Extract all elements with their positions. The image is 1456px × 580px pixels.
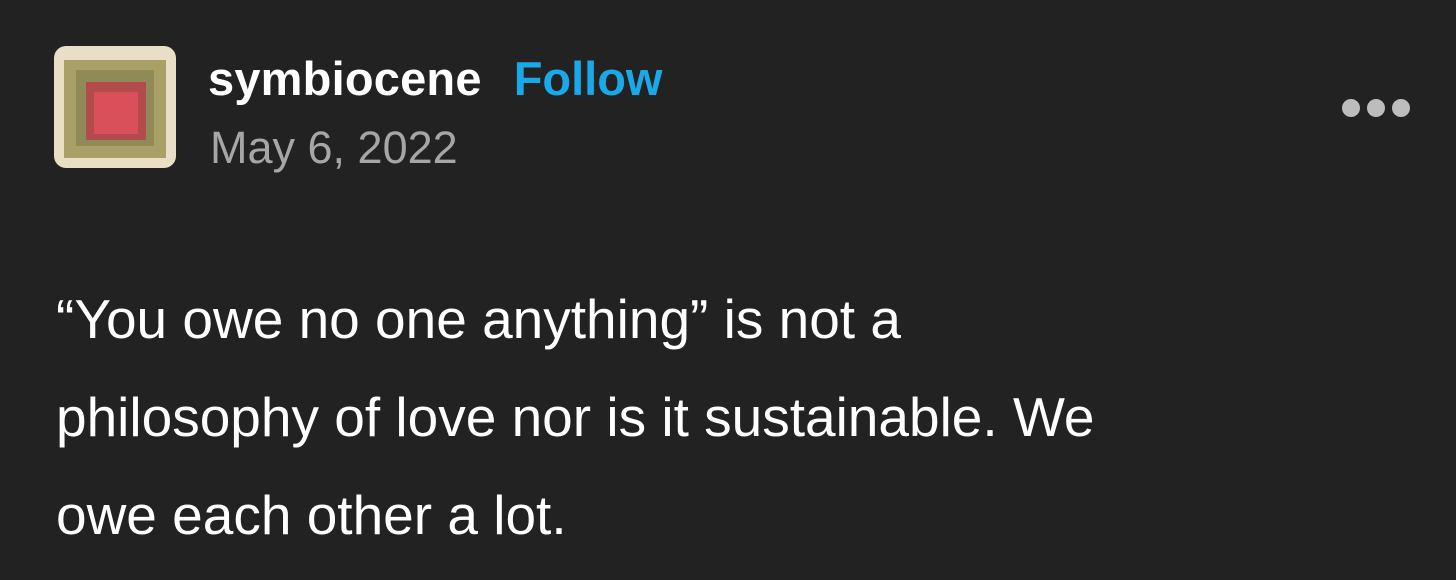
avatar-square-center [94, 92, 138, 134]
post-header: symbiocene Follow [208, 46, 663, 110]
follow-button[interactable]: Follow [514, 51, 663, 106]
post-body-line: owe each other a lot. [56, 484, 567, 546]
post-body-line: “You owe no one anything” is not a [56, 288, 901, 350]
dot-icon [1392, 99, 1410, 117]
post-card: symbiocene Follow May 6, 2022 “You owe n… [0, 0, 1456, 580]
dot-icon [1367, 99, 1385, 117]
post-body: “You owe no one anything” is not a philo… [56, 270, 1416, 564]
username-link[interactable]: symbiocene [208, 51, 482, 106]
post-date: May 6, 2022 [210, 122, 458, 173]
post-body-line: philosophy of love nor is it sustainable… [56, 386, 1095, 448]
more-options-icon[interactable] [1342, 94, 1410, 122]
dot-icon [1342, 99, 1360, 117]
avatar[interactable] [54, 46, 176, 168]
